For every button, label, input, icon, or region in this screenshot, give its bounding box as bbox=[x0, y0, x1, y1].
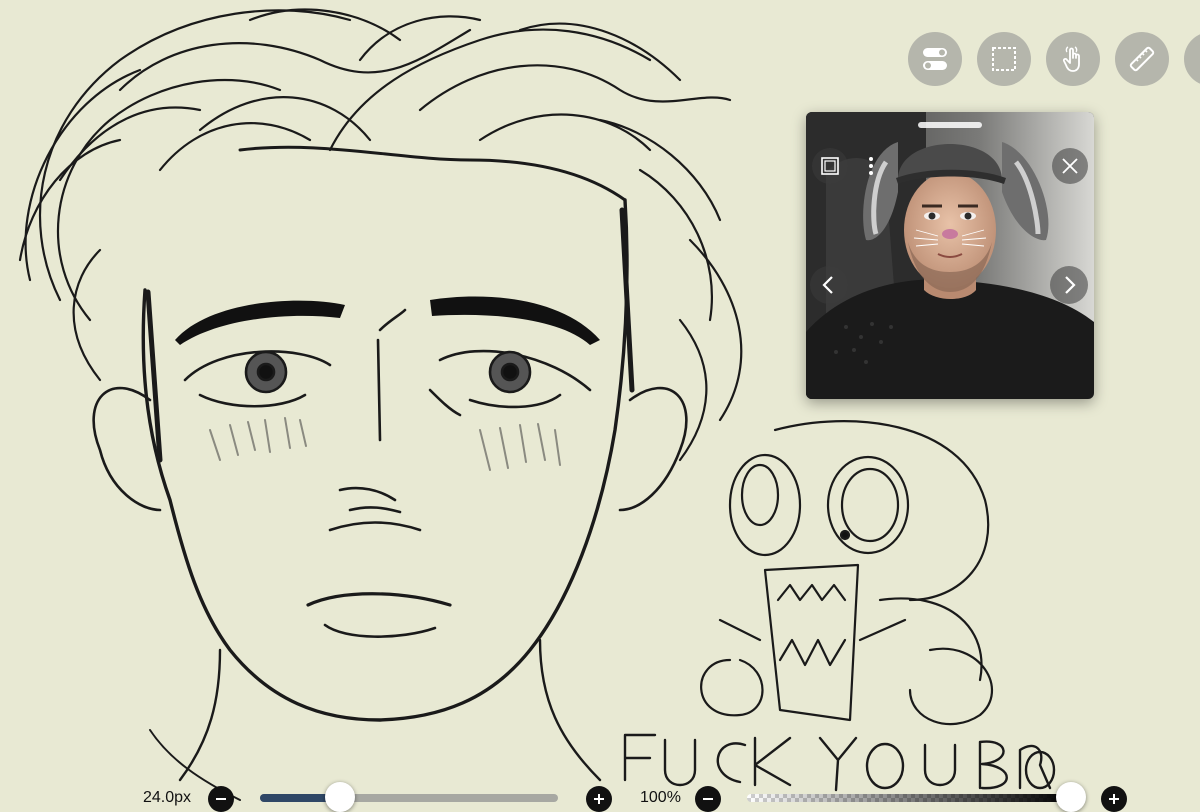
reference-close-button[interactable] bbox=[1052, 148, 1088, 184]
brush-size-slider[interactable] bbox=[260, 794, 558, 802]
layers-toggle-button[interactable] bbox=[908, 32, 962, 86]
handwriting-scribble bbox=[623, 733, 1056, 792]
layer-square-icon bbox=[821, 157, 839, 175]
nose-and-mouth bbox=[306, 308, 462, 638]
face-outline bbox=[92, 145, 688, 801]
eyebrows bbox=[175, 296, 600, 345]
brush-size-decrease-button[interactable] bbox=[208, 786, 234, 812]
close-icon bbox=[1062, 158, 1078, 174]
doodle-creature bbox=[700, 420, 993, 726]
opacity-thumb[interactable] bbox=[1056, 782, 1086, 812]
opacity-decrease-button[interactable] bbox=[695, 786, 721, 812]
opacity-label: 100% bbox=[640, 789, 681, 806]
reference-next-button[interactable] bbox=[1050, 266, 1088, 304]
marquee-selection-icon bbox=[992, 47, 1016, 71]
reference-photo bbox=[806, 112, 1094, 399]
opacity-increase-button[interactable] bbox=[1101, 786, 1127, 812]
phone-icon bbox=[1196, 44, 1200, 74]
under-eye-marks bbox=[209, 417, 561, 471]
selection-button[interactable] bbox=[977, 32, 1031, 86]
hair-strokes bbox=[18, 8, 743, 462]
reference-layer-button[interactable] bbox=[812, 148, 848, 184]
more-vertical-icon bbox=[869, 157, 873, 175]
toggle-icon bbox=[923, 48, 947, 70]
reference-window[interactable] bbox=[806, 112, 1094, 399]
plus-icon bbox=[1109, 794, 1119, 804]
brush-size-label: 24.0px bbox=[143, 789, 192, 806]
gesture-button[interactable] bbox=[1046, 32, 1100, 86]
ruler-button[interactable] bbox=[1115, 32, 1169, 86]
window-drag-handle[interactable] bbox=[918, 122, 982, 128]
eyes bbox=[183, 349, 592, 409]
minus-icon bbox=[703, 798, 713, 800]
chevron-right-icon bbox=[1065, 276, 1076, 294]
minus-icon bbox=[216, 798, 226, 800]
reference-menu-button[interactable] bbox=[860, 148, 882, 184]
brush-size-increase-button[interactable] bbox=[586, 786, 612, 812]
ruler-icon bbox=[1129, 46, 1155, 72]
plus-icon bbox=[594, 794, 604, 804]
chevron-left-icon bbox=[822, 276, 833, 294]
opacity-slider[interactable] bbox=[747, 794, 1071, 802]
hand-pointer-icon bbox=[1062, 46, 1080, 72]
reference-prev-button[interactable] bbox=[810, 266, 848, 304]
